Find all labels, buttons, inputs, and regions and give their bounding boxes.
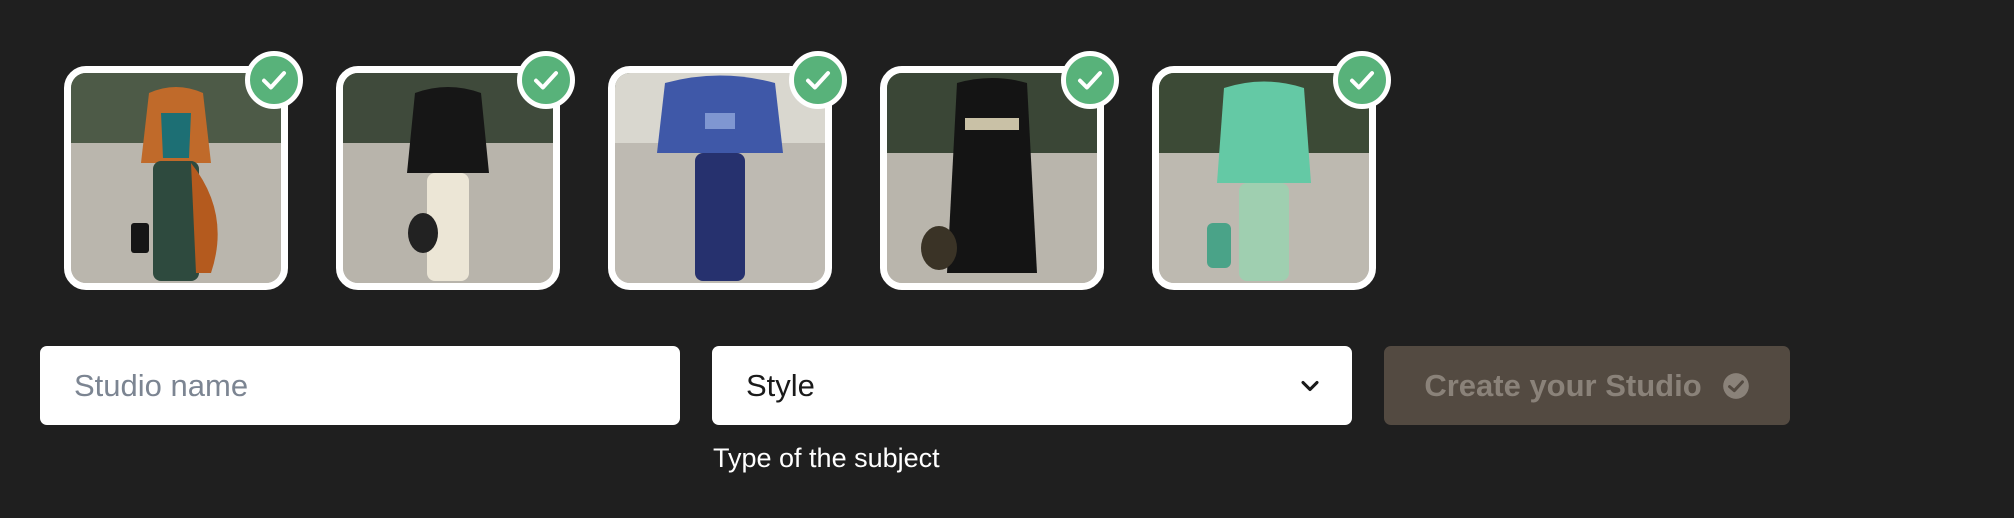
image-thumbnail-2[interactable] bbox=[336, 51, 575, 290]
style-select[interactable]: Style bbox=[712, 346, 1352, 425]
image-thumbnail-4[interactable] bbox=[880, 51, 1119, 290]
check-circle-icon bbox=[1722, 372, 1749, 399]
image-thumbnail-3[interactable] bbox=[608, 51, 847, 290]
runway-photo bbox=[615, 73, 825, 283]
runway-photo bbox=[887, 73, 1097, 283]
image-thumbnail-5[interactable] bbox=[1152, 51, 1391, 290]
runway-photo bbox=[71, 73, 281, 283]
chevron-down-icon bbox=[1301, 380, 1319, 391]
style-select-value: Style bbox=[746, 367, 815, 403]
selected-images-row bbox=[64, 51, 1464, 292]
create-studio-button[interactable]: Create your Studio bbox=[1384, 346, 1790, 425]
image-thumbnail-1[interactable] bbox=[64, 51, 303, 290]
check-icon bbox=[517, 51, 575, 109]
studio-name-input[interactable] bbox=[40, 346, 680, 425]
style-helper-text: Type of the subject bbox=[713, 443, 940, 473]
create-studio-label: Create your Studio bbox=[1424, 367, 1702, 403]
check-icon bbox=[1061, 51, 1119, 109]
check-icon bbox=[245, 51, 303, 109]
runway-photo bbox=[1159, 73, 1369, 283]
check-icon bbox=[1333, 51, 1391, 109]
check-icon bbox=[789, 51, 847, 109]
runway-photo bbox=[343, 73, 553, 283]
